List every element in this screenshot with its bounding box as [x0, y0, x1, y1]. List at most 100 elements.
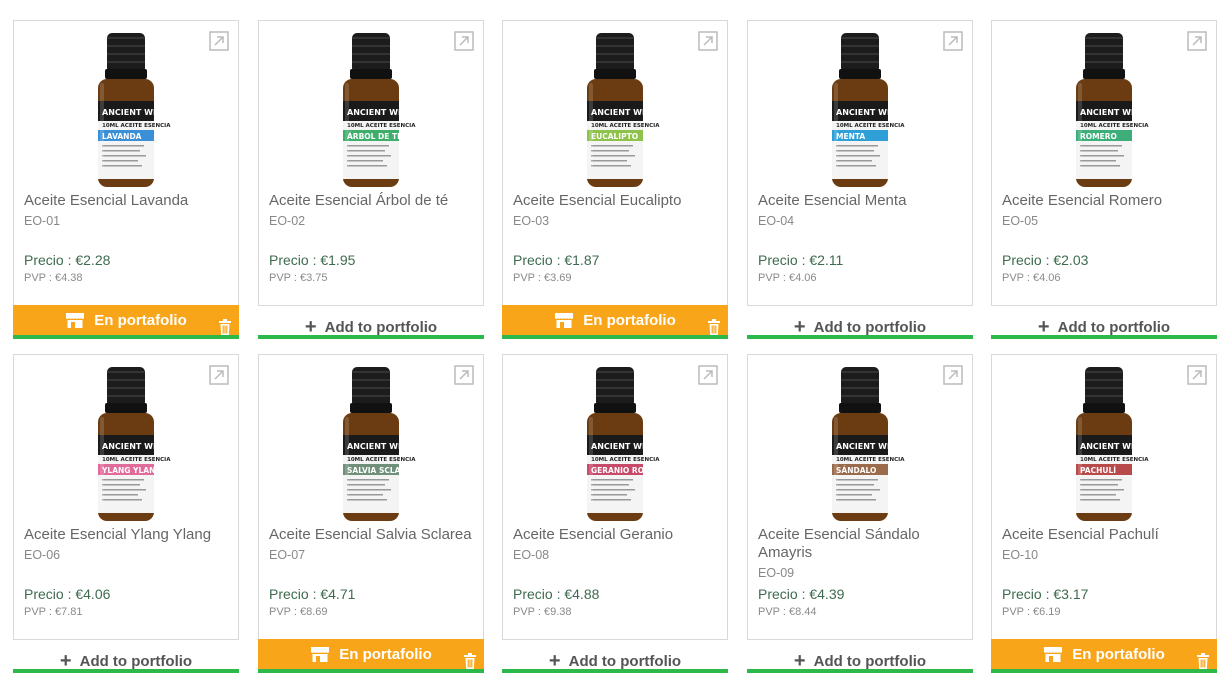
in-portfolio-button[interactable]: En portafolio	[13, 305, 239, 335]
portfolio-bar: En portafolio	[991, 639, 1217, 669]
product-price: Precio : €2.28	[24, 252, 111, 268]
product-image[interactable]: ANCIENT WISDOM 10ML ACEITE ESENCIAL MENT…	[815, 31, 905, 191]
svg-text:ANCIENT WISDOM: ANCIENT WISDOM	[591, 108, 660, 117]
portfolio-bar: + Add to portfolio	[502, 639, 728, 672]
svg-text:SÁNDALO: SÁNDALO	[836, 466, 876, 475]
product-card[interactable]: ANCIENT WISDOM 10ML ACEITE ESENCIAL ROME…	[991, 20, 1217, 339]
product-title[interactable]: Aceite Esencial Árbol de té	[269, 192, 448, 209]
product-title[interactable]: Aceite Esencial Salvia Sclarea	[269, 526, 472, 543]
product-image[interactable]: ANCIENT WISDOM 10ML ACEITE ESENCIAL SÁND…	[815, 365, 905, 525]
product-image[interactable]: ANCIENT WISDOM 10ML ACEITE ESENCIAL SALV…	[326, 365, 416, 525]
product-title[interactable]: Aceite Esencial Geranio	[513, 526, 673, 543]
in-portfolio-label: En portafolio	[1072, 645, 1165, 663]
product-name[interactable]: Aceite Esencial Salvia Sclarea EO-07	[269, 526, 479, 564]
product-card[interactable]: ANCIENT WISDOM 10ML ACEITE ESENCIAL ÁRBO…	[258, 20, 484, 339]
product-name[interactable]: Aceite Esencial Árbol de té EO-02	[269, 192, 479, 230]
product-card[interactable]: ANCIENT WISDOM 10ML ACEITE ESENCIAL LAVA…	[13, 20, 239, 339]
add-to-portfolio-label: Add to portfolio	[813, 319, 927, 336]
trash-icon[interactable]	[708, 319, 720, 335]
portfolio-bar: + Add to portfolio	[747, 639, 973, 672]
svg-text:10ML ACEITE ESENCIAL: 10ML ACEITE ESENCIAL	[347, 457, 416, 463]
portfolio-status-strip	[991, 335, 1217, 339]
product-price: Precio : €3.17	[1002, 586, 1089, 602]
portfolio-bar: + Add to portfolio	[991, 305, 1217, 338]
product-pvp: PVP : €3.75	[269, 272, 328, 284]
product-image[interactable]: ANCIENT WISDOM 10ML ACEITE ESENCIAL GERA…	[570, 365, 660, 525]
trash-icon[interactable]	[1197, 653, 1209, 669]
svg-text:ANCIENT WISDOM: ANCIENT WISDOM	[102, 108, 171, 117]
external-link-icon[interactable]	[698, 31, 718, 51]
in-portfolio-button[interactable]: En portafolio	[991, 639, 1217, 669]
product-image[interactable]: ANCIENT WISDOM 10ML ACEITE ESENCIAL YLAN…	[81, 365, 171, 525]
product-card[interactable]: ANCIENT WISDOM 10ML ACEITE ESENCIAL SALV…	[258, 354, 484, 673]
store-icon	[555, 313, 574, 328]
product-title[interactable]: Aceite Esencial Eucalipto	[513, 192, 681, 209]
svg-text:SALVIA SCLAREA: SALVIA SCLAREA	[347, 466, 416, 475]
product-name[interactable]: Aceite Esencial Ylang Ylang EO-06	[24, 526, 234, 564]
product-price: Precio : €1.87	[513, 252, 600, 268]
product-name[interactable]: Aceite Esencial Geranio EO-08	[513, 526, 723, 564]
product-title[interactable]: Aceite Esencial Menta	[758, 192, 906, 209]
product-card[interactable]: ANCIENT WISDOM 10ML ACEITE ESENCIAL SÁND…	[747, 354, 973, 673]
product-card[interactable]: ANCIENT WISDOM 10ML ACEITE ESENCIAL GERA…	[502, 354, 728, 673]
external-link-icon[interactable]	[1187, 365, 1207, 385]
product-name[interactable]: Aceite Esencial Eucalipto EO-03	[513, 192, 723, 230]
product-name[interactable]: Aceite Esencial Pachulí EO-10	[1002, 526, 1212, 564]
external-link-icon[interactable]	[1187, 31, 1207, 51]
portfolio-status-strip	[258, 669, 484, 673]
store-icon	[311, 647, 330, 662]
product-code: EO-03	[513, 214, 550, 228]
svg-text:ANCIENT WISDOM: ANCIENT WISDOM	[836, 442, 905, 451]
add-to-portfolio-label: Add to portfolio	[79, 653, 193, 670]
svg-text:ANCIENT WISDOM: ANCIENT WISDOM	[591, 442, 660, 451]
product-title[interactable]: Aceite Esencial Ylang Ylang	[24, 526, 211, 543]
product-price: Precio : €2.03	[1002, 252, 1089, 268]
external-link-icon[interactable]	[943, 31, 963, 51]
svg-text:ANCIENT WISDOM: ANCIENT WISDOM	[1080, 108, 1149, 117]
product-title[interactable]: Aceite Esencial Romero	[1002, 192, 1162, 209]
product-image[interactable]: ANCIENT WISDOM 10ML ACEITE ESENCIAL ÁRBO…	[326, 31, 416, 191]
in-portfolio-button[interactable]: En portafolio	[258, 639, 484, 669]
product-image[interactable]: ANCIENT WISDOM 10ML ACEITE ESENCIAL EUCA…	[570, 31, 660, 191]
in-portfolio-label: En portafolio	[339, 645, 432, 663]
product-pvp: PVP : €6.19	[1002, 606, 1061, 618]
product-image[interactable]: ANCIENT WISDOM 10ML ACEITE ESENCIAL ROME…	[1059, 31, 1149, 191]
svg-text:10ML ACEITE ESENCIAL: 10ML ACEITE ESENCIAL	[591, 457, 660, 463]
external-link-icon[interactable]	[454, 365, 474, 385]
product-card[interactable]: ANCIENT WISDOM 10ML ACEITE ESENCIAL PACH…	[991, 354, 1217, 673]
product-title[interactable]: Aceite Esencial Pachulí	[1002, 526, 1159, 543]
product-price: Precio : €4.39	[758, 586, 845, 602]
product-image[interactable]: ANCIENT WISDOM 10ML ACEITE ESENCIAL PACH…	[1059, 365, 1149, 525]
product-card[interactable]: ANCIENT WISDOM 10ML ACEITE ESENCIAL EUCA…	[502, 20, 728, 339]
product-title[interactable]: Aceite Esencial Sándalo Amayris	[758, 526, 920, 561]
svg-text:10ML ACEITE ESENCIAL: 10ML ACEITE ESENCIAL	[1080, 123, 1149, 129]
svg-text:ROMERO: ROMERO	[1080, 132, 1117, 141]
external-link-icon[interactable]	[698, 365, 718, 385]
external-link-icon[interactable]	[943, 365, 963, 385]
product-title[interactable]: Aceite Esencial Lavanda	[24, 192, 188, 209]
product-name[interactable]: Aceite Esencial Sándalo Amayris EO-09	[758, 526, 968, 582]
product-name[interactable]: Aceite Esencial Lavanda EO-01	[24, 192, 234, 230]
trash-icon[interactable]	[464, 653, 476, 669]
external-link-icon[interactable]	[209, 31, 229, 51]
product-code: EO-10	[1002, 548, 1039, 562]
in-portfolio-button[interactable]: En portafolio	[502, 305, 728, 335]
product-name[interactable]: Aceite Esencial Menta EO-04	[758, 192, 968, 230]
product-pvp: PVP : €7.81	[24, 606, 83, 618]
product-image[interactable]: ANCIENT WISDOM 10ML ACEITE ESENCIAL LAVA…	[81, 31, 171, 191]
product-pvp: PVP : €8.69	[269, 606, 328, 618]
svg-text:GERANIO ROSA: GERANIO ROSA	[591, 466, 655, 475]
product-code: EO-07	[269, 548, 306, 562]
external-link-icon[interactable]	[209, 365, 229, 385]
product-pvp: PVP : €8.44	[758, 606, 817, 618]
trash-icon[interactable]	[219, 319, 231, 335]
product-card[interactable]: ANCIENT WISDOM 10ML ACEITE ESENCIAL YLAN…	[13, 354, 239, 673]
product-name[interactable]: Aceite Esencial Romero EO-05	[1002, 192, 1212, 230]
external-link-icon[interactable]	[454, 31, 474, 51]
product-pvp: PVP : €9.38	[513, 606, 572, 618]
portfolio-bar: En portafolio	[13, 305, 239, 335]
product-card[interactable]: ANCIENT WISDOM 10ML ACEITE ESENCIAL MENT…	[747, 20, 973, 339]
portfolio-status-strip	[502, 669, 728, 673]
product-pvp: PVP : €4.06	[1002, 272, 1061, 284]
product-price: Precio : €4.71	[269, 586, 356, 602]
